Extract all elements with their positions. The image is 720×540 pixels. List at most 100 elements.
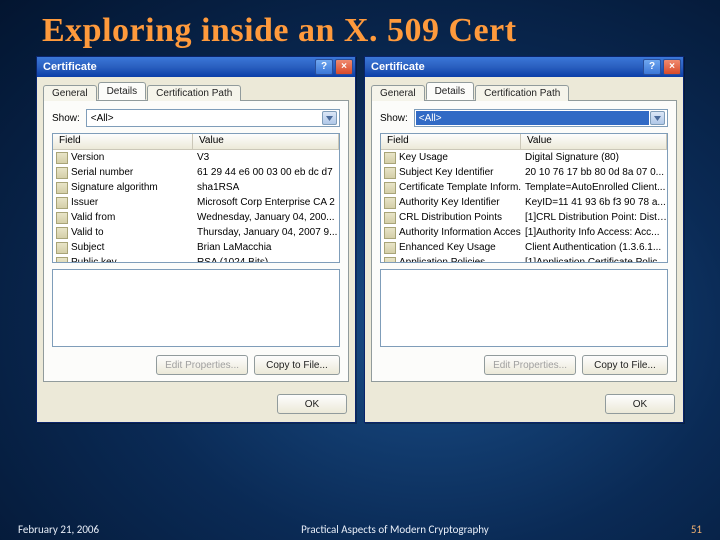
certificate-field-icon (384, 182, 396, 194)
list-item[interactable]: Public keyRSA (1024 Bits) (53, 255, 339, 263)
certificate-field-icon (56, 152, 68, 164)
field-value: Wednesday, January 04, 200... (193, 212, 339, 223)
field-name: Key Usage (398, 152, 521, 163)
ok-button[interactable]: OK (277, 394, 347, 414)
field-value: Client Authentication (1.3.6.1... (521, 242, 667, 253)
details-panel: Show: <All> Field Value VersionV3Serial … (43, 101, 349, 382)
detail-textarea[interactable] (380, 269, 668, 347)
details-panel: Show: <All> Field Value Key UsageDigital… (371, 101, 677, 382)
field-listview[interactable]: Field Value VersionV3Serial number61 29 … (52, 133, 340, 263)
field-value: 61 29 44 e6 00 03 00 eb dc d7 (193, 167, 339, 178)
titlebar: Certificate ? × (37, 57, 355, 77)
tab-general[interactable]: General (371, 85, 425, 101)
certificate-field-icon (384, 167, 396, 179)
certificate-field-icon (384, 197, 396, 209)
show-combo-value: <All> (419, 113, 442, 124)
field-name: Authority Key Identifier (398, 197, 521, 208)
field-listview[interactable]: Field Value Key UsageDigital Signature (… (380, 133, 668, 263)
column-value[interactable]: Value (521, 134, 667, 149)
field-value: RSA (1024 Bits) (193, 257, 339, 263)
window-title: Certificate (43, 61, 97, 73)
field-name: CRL Distribution Points (398, 212, 521, 223)
column-value[interactable]: Value (193, 134, 339, 149)
tab-certpath[interactable]: Certification Path (147, 85, 241, 101)
edit-properties-button: Edit Properties... (484, 355, 576, 375)
column-field[interactable]: Field (381, 134, 521, 149)
field-value: Digital Signature (80) (521, 152, 667, 163)
window-title: Certificate (371, 61, 425, 73)
list-item[interactable]: Key UsageDigital Signature (80) (381, 150, 667, 165)
detail-textarea[interactable] (52, 269, 340, 347)
list-item[interactable]: Enhanced Key UsageClient Authentication … (381, 240, 667, 255)
field-name: Subject Key Identifier (398, 167, 521, 178)
list-item[interactable]: SubjectBrian LaMacchia (53, 240, 339, 255)
field-name: Version (70, 152, 193, 163)
certificate-field-icon (56, 257, 68, 264)
column-field[interactable]: Field (53, 134, 193, 149)
list-item[interactable]: IssuerMicrosoft Corp Enterprise CA 2 (53, 195, 339, 210)
certificate-field-icon (384, 227, 396, 239)
list-item[interactable]: Serial number61 29 44 e6 00 03 00 eb dc … (53, 165, 339, 180)
certificate-field-icon (384, 152, 396, 164)
slide-title: Exploring inside an X. 509 Cert (0, 0, 720, 54)
list-item[interactable]: Subject Key Identifier20 10 76 17 bb 80 … (381, 165, 667, 180)
certificate-field-icon (384, 242, 396, 254)
certificate-field-icon (56, 227, 68, 239)
close-button[interactable]: × (663, 59, 681, 75)
field-name: Serial number (70, 167, 193, 178)
field-name: Application Policies (398, 257, 521, 263)
list-item[interactable]: VersionV3 (53, 150, 339, 165)
field-name: Subject (70, 242, 193, 253)
certificate-field-icon (56, 197, 68, 209)
certificate-field-icon (56, 212, 68, 224)
field-value: [1]Authority Info Access: Acc... (521, 227, 667, 238)
certificate-field-icon (56, 167, 68, 179)
copy-to-file-button[interactable]: Copy to File... (254, 355, 340, 375)
field-name: Issuer (70, 197, 193, 208)
tab-general[interactable]: General (43, 85, 97, 101)
certificate-field-icon (384, 257, 396, 264)
tabstrip: General Details Certification Path (371, 81, 677, 101)
list-item[interactable]: CRL Distribution Points[1]CRL Distributi… (381, 210, 667, 225)
tab-details[interactable]: Details (98, 82, 147, 100)
field-name: Valid from (70, 212, 193, 223)
field-name: Certificate Template Inform... (398, 182, 521, 193)
field-value: V3 (193, 152, 339, 163)
list-item[interactable]: Valid toThursday, January 04, 2007 9... (53, 225, 339, 240)
copy-to-file-button[interactable]: Copy to File... (582, 355, 668, 375)
edit-properties-button: Edit Properties... (156, 355, 248, 375)
field-value: KeyID=11 41 93 6b f3 90 78 a... (521, 197, 667, 208)
dialogs-container: Certificate ? × General Details Certific… (0, 54, 720, 423)
field-name: Signature algorithm (70, 182, 193, 193)
list-item[interactable]: Application Policies[1]Application Certi… (381, 255, 667, 263)
field-value: Brian LaMacchia (193, 242, 339, 253)
show-combo-value: <All> (91, 113, 114, 124)
certificate-dialog-right: Certificate ? × General Details Certific… (364, 56, 684, 423)
list-item[interactable]: Authority Information Access[1]Authority… (381, 225, 667, 240)
help-button[interactable]: ? (315, 59, 333, 75)
footer-center: Practical Aspects of Modern Cryptography (99, 523, 691, 536)
ok-button[interactable]: OK (605, 394, 675, 414)
show-combo[interactable]: <All> (86, 109, 340, 127)
slide-footer: February 21, 2006 Practical Aspects of M… (0, 523, 720, 536)
list-item[interactable]: Certificate Template Inform...Template=A… (381, 180, 667, 195)
field-value: sha1RSA (193, 182, 339, 193)
field-name: Public key (70, 257, 193, 263)
help-button[interactable]: ? (643, 59, 661, 75)
show-label: Show: (380, 113, 408, 124)
field-name: Valid to (70, 227, 193, 238)
tab-details[interactable]: Details (426, 82, 475, 100)
list-item[interactable]: Valid fromWednesday, January 04, 200... (53, 210, 339, 225)
page-number: 51 (691, 523, 702, 536)
field-value: [1]CRL Distribution Point: Distr... (521, 212, 667, 223)
show-combo[interactable]: <All> (414, 109, 668, 127)
list-item[interactable]: Signature algorithmsha1RSA (53, 180, 339, 195)
field-value: [1]Application Certificate Polic... (521, 257, 667, 263)
certificate-field-icon (384, 212, 396, 224)
close-button[interactable]: × (335, 59, 353, 75)
list-item[interactable]: Authority Key IdentifierKeyID=11 41 93 6… (381, 195, 667, 210)
field-name: Authority Information Access (398, 227, 521, 238)
chevron-down-icon (650, 111, 665, 125)
field-value: Thursday, January 04, 2007 9... (193, 227, 339, 238)
tab-certpath[interactable]: Certification Path (475, 85, 569, 101)
